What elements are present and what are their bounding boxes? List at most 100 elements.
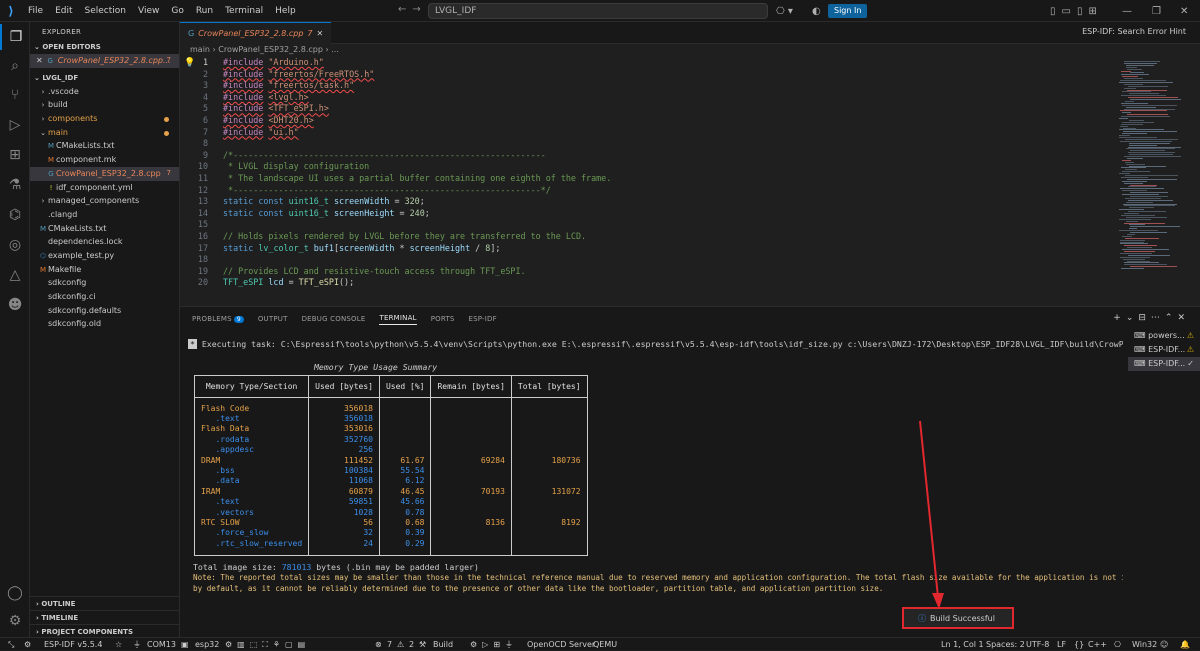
target-chip[interactable]: esp32 bbox=[195, 638, 219, 651]
build-button[interactable]: Build bbox=[433, 638, 453, 651]
file-tree-item[interactable]: dependencies.lock bbox=[30, 235, 179, 249]
idf-version-icon[interactable]: ⚙ bbox=[24, 638, 31, 651]
errors-icon[interactable]: ⊗ bbox=[375, 638, 382, 651]
file-tree-item[interactable]: › .vscode bbox=[30, 85, 179, 99]
code-line[interactable]: 20 TFT_eSPI lcd = TFT_eSPI(); bbox=[180, 277, 1115, 289]
code-view[interactable]: 1 #include "Arduino.h" 2 #include "freertos… bbox=[180, 57, 1115, 289]
tab-problems[interactable]: PROBLEMS 9 bbox=[192, 315, 244, 323]
terminal-output[interactable]: * Executing task: C:\Espressif\tools\pyt… bbox=[188, 339, 1123, 372]
port-icon[interactable]: ⏚ bbox=[133, 638, 141, 651]
tab-output[interactable]: OUTPUT bbox=[258, 315, 288, 323]
file-tree-item[interactable]: G CrowPanel_ESP32_2.8.cpp 7 bbox=[30, 166, 179, 181]
file-tree-item[interactable]: › managed_components bbox=[30, 194, 179, 208]
tab-terminal[interactable]: TERMINAL bbox=[379, 314, 417, 325]
chip-icon[interactable]: ▣ bbox=[181, 638, 189, 651]
file-tree-item[interactable]: sdkconfig bbox=[30, 276, 179, 290]
alien-icon[interactable]: ☻ bbox=[0, 292, 30, 318]
sign-in-button[interactable]: Sign In bbox=[828, 4, 868, 18]
code-line[interactable]: 11 * The landscape UI uses a partial buf… bbox=[180, 173, 1115, 185]
code-line[interactable]: 7 #include "ui.h" bbox=[180, 127, 1115, 139]
language-icon[interactable]: {} bbox=[1074, 638, 1084, 651]
outline-section[interactable]: › OUTLINE bbox=[30, 596, 180, 610]
file-tree-item[interactable]: ⌬ example_test.py bbox=[30, 249, 179, 263]
minimap[interactable] bbox=[1115, 57, 1200, 306]
accounts-icon[interactable]: ◯ bbox=[0, 580, 30, 606]
terminal-item-esp-idf-2[interactable]: ⌨ ESP-IDF... ✓ bbox=[1128, 357, 1200, 371]
menu-edit[interactable]: Edit bbox=[49, 0, 78, 22]
file-tree-item[interactable]: .clangd bbox=[30, 208, 179, 222]
copilot-status-icon[interactable]: ⎔ bbox=[1114, 638, 1121, 651]
command-center-search[interactable]: LVGL_IDF bbox=[428, 3, 768, 19]
close-window-icon[interactable]: ✕ bbox=[1180, 0, 1188, 22]
indentation[interactable]: Spaces: 2 bbox=[986, 638, 1025, 651]
code-line[interactable]: 16 // Holds pixels rendered by LVGL befor… bbox=[180, 231, 1115, 243]
cursor-position[interactable]: Ln 1, Col 1 bbox=[941, 638, 984, 651]
search-error-hint-action[interactable]: ESP-IDF: Search Error Hint bbox=[1082, 27, 1186, 36]
file-tree-item[interactable]: › build bbox=[30, 98, 179, 112]
build-icon[interactable]: ⚒ bbox=[419, 638, 426, 651]
code-line[interactable]: 15 bbox=[180, 219, 1115, 231]
copilot-icon[interactable]: ⎔ ▾ bbox=[776, 0, 793, 22]
warnings-icon[interactable]: ⚠ bbox=[397, 638, 404, 651]
code-line[interactable]: 3 #include "freertos/task.h" bbox=[180, 80, 1115, 92]
source-control-icon[interactable]: ⑂ bbox=[0, 82, 30, 108]
qemu[interactable]: QEMU bbox=[593, 638, 617, 651]
esp-idf-icon[interactable]: ◎ bbox=[0, 232, 30, 258]
nav-arrows-icon[interactable]: ←→ bbox=[398, 4, 427, 15]
file-tree-item[interactable]: M CMakeLists.txt bbox=[30, 139, 179, 153]
close-editor-icon[interactable]: ✕ bbox=[36, 56, 43, 65]
panel-actions-icons[interactable]: +⌄⊟⋯⌃✕ bbox=[1113, 313, 1190, 323]
menu-selection[interactable]: Selection bbox=[79, 0, 132, 22]
encoding[interactable]: UTF-8 bbox=[1026, 638, 1049, 651]
notifications-icon[interactable]: 🔔 bbox=[1180, 638, 1190, 651]
code-line[interactable]: 5 #include <TFT_eSPI.h> bbox=[180, 103, 1115, 115]
code-line[interactable]: 9 /*-------------------------------------… bbox=[180, 150, 1115, 162]
account-icon[interactable]: ◐ bbox=[812, 0, 821, 22]
language-mode[interactable]: C++ bbox=[1088, 638, 1107, 651]
layout-icons[interactable]: ▯▭▯⊞ bbox=[1050, 0, 1103, 22]
open-editors-header[interactable]: ⌄ OPEN EDITORS bbox=[30, 40, 179, 54]
editor-tab[interactable]: G CrowPanel_ESP32_2.8.cpp 7 ✕ bbox=[180, 21, 332, 44]
explorer-icon[interactable]: ❐ bbox=[0, 24, 30, 50]
menu-terminal[interactable]: Terminal bbox=[219, 0, 269, 22]
file-tree-item[interactable]: ! idf_component.yml bbox=[30, 181, 179, 195]
extensions-icon[interactable]: ⊞ bbox=[0, 142, 30, 168]
star-icon[interactable]: ☆ bbox=[115, 638, 122, 651]
file-tree-item[interactable]: sdkconfig.old bbox=[30, 317, 179, 331]
python-icon[interactable]: ⌬ bbox=[0, 202, 30, 228]
breadcrumb[interactable]: main › CrowPanel_ESP32_2.8.cpp › ... bbox=[180, 44, 1200, 56]
testing-icon[interactable]: ⚗ bbox=[0, 172, 30, 198]
code-line[interactable]: 14 static const uint16_t screenHeight = 2… bbox=[180, 208, 1115, 220]
code-line[interactable]: 19 // Provides LCD and resistive-touch ac… bbox=[180, 266, 1115, 278]
file-tree-item[interactable]: M CMakeLists.txt bbox=[30, 222, 179, 236]
terminal-item-esp-idf-1[interactable]: ⌨ ESP-IDF... ⚠ bbox=[1128, 343, 1200, 357]
line-ending[interactable]: LF bbox=[1057, 638, 1066, 651]
minimize-icon[interactable]: — bbox=[1122, 0, 1132, 22]
tab-ports[interactable]: PORTS bbox=[431, 315, 455, 323]
menu-view[interactable]: View bbox=[132, 0, 165, 22]
code-line[interactable]: 4 #include <lvgl.h> bbox=[180, 92, 1115, 104]
remote-icon[interactable]: ⤡ bbox=[8, 638, 14, 651]
code-line[interactable]: 2 #include "freertos/FreeRTOS.h" bbox=[180, 69, 1115, 81]
timeline-section[interactable]: › TIMELINE bbox=[30, 610, 180, 624]
file-tree-item[interactable]: sdkconfig.ci bbox=[30, 290, 179, 304]
debug-icons[interactable]: ⚙▷⊞⏚ bbox=[470, 638, 518, 651]
code-line[interactable]: 12 *------------------------------------… bbox=[180, 185, 1115, 197]
platform-icon[interactable]: △ bbox=[0, 262, 30, 288]
file-tree-item[interactable]: › components bbox=[30, 112, 179, 126]
run-debug-icon[interactable]: ▷ bbox=[0, 112, 30, 138]
code-line[interactable]: 18 bbox=[180, 254, 1115, 266]
feedback-icon[interactable]: ☺ bbox=[1160, 638, 1168, 651]
openocd-server[interactable]: OpenOCD Server bbox=[527, 638, 595, 651]
open-editor-item[interactable]: ✕ G CrowPanel_ESP32_2.8.cpp... 7 bbox=[30, 54, 179, 68]
tab-debug-console[interactable]: DEBUG CONSOLE bbox=[302, 315, 366, 323]
code-line[interactable]: 13 static const uint16_t screenWidth = 32… bbox=[180, 196, 1115, 208]
menu-run[interactable]: Run bbox=[190, 0, 219, 22]
search-icon[interactable]: ⌕ bbox=[0, 53, 30, 79]
tab-close-icon[interactable]: ✕ bbox=[317, 29, 324, 38]
file-tree-item[interactable]: ⌄ main bbox=[30, 126, 179, 140]
errors-count[interactable]: 7 bbox=[387, 638, 392, 651]
file-tree-item[interactable]: Mcomponent.mk bbox=[30, 153, 179, 167]
terminal-item-powershell[interactable]: ⌨ powers... ⚠ bbox=[1128, 329, 1200, 343]
file-tree-item[interactable]: sdkconfig.defaults bbox=[30, 304, 179, 318]
